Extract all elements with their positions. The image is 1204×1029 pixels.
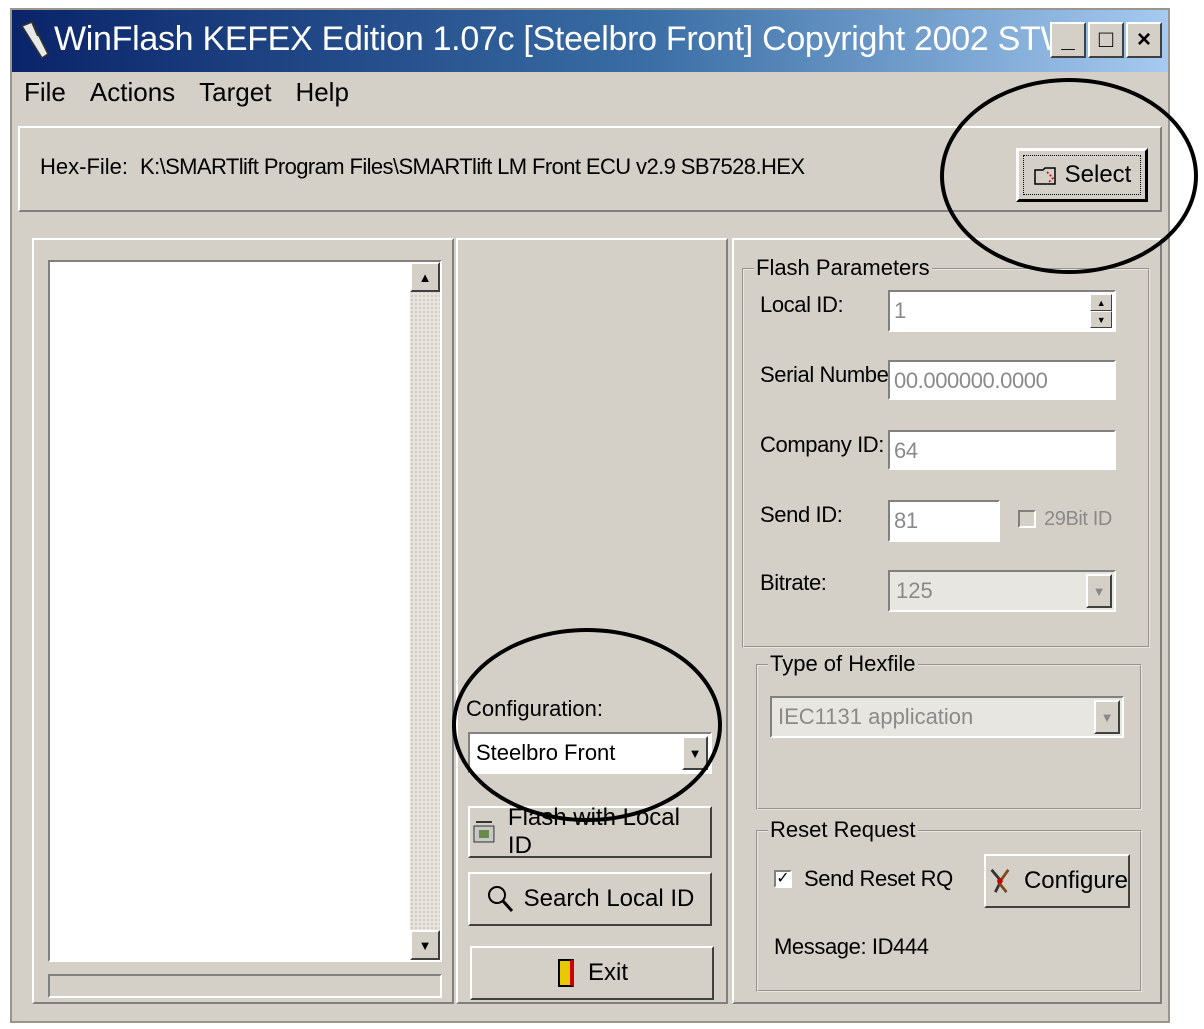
29bit-id-checkbox[interactable]	[1018, 510, 1036, 528]
send-id-label: Send ID:	[760, 502, 843, 527]
minimize-button[interactable]: _	[1050, 22, 1086, 58]
send-reset-checkbox[interactable]: ✓	[774, 870, 792, 888]
status-strip	[48, 974, 442, 998]
search-local-id-button[interactable]: Search Local ID	[468, 872, 712, 926]
app-window: WinFlash KEFEX Edition 1.07c [Steelbro F…	[10, 8, 1170, 1023]
company-id-label: Company ID:	[760, 432, 884, 457]
hexfile-bar: Hex-File: K:\SMARTlift Program Files\SMA…	[18, 126, 1162, 212]
bitrate-select[interactable]: 125 ▼	[888, 570, 1116, 612]
exit-label: Exit	[587, 959, 628, 986]
configuration-label: Configuration:	[466, 696, 603, 721]
reset-request-title: Reset Request	[768, 817, 918, 843]
local-id-input[interactable]: 1 ▲ ▼	[888, 290, 1116, 332]
chevron-down-icon[interactable]: ▼	[1094, 700, 1120, 734]
local-id-value: 1	[894, 298, 906, 323]
action-panel: Configuration: Steelbro Front ▼ Flash wi…	[456, 238, 728, 1004]
reset-message: Message: ID444	[774, 934, 929, 959]
hexfile-type-title: Type of Hexfile	[768, 651, 918, 677]
local-id-label: Local ID:	[760, 292, 844, 317]
configuration-select[interactable]: Steelbro Front ▼	[468, 732, 712, 774]
title-bar[interactable]: WinFlash KEFEX Edition 1.07c [Steelbro F…	[12, 10, 1168, 72]
hexfile-type-select[interactable]: IEC1131 application ▼	[770, 696, 1124, 738]
reset-request-group: Reset Request ✓ Send Reset RQ Configure …	[756, 817, 1142, 992]
configure-button[interactable]: Configure	[984, 854, 1130, 908]
flash-chip-icon	[473, 821, 495, 843]
scroll-up-icon[interactable]: ▲	[410, 262, 440, 292]
send-reset-label: Send Reset RQ	[804, 866, 953, 891]
serial-number-input[interactable]: 00.000000.0000	[888, 360, 1116, 400]
send-id-input[interactable]: 81	[888, 500, 1000, 542]
flash-label: Flash with Local ID	[507, 804, 680, 859]
scroll-down-icon[interactable]: ▼	[410, 930, 440, 960]
maximize-button[interactable]: □	[1088, 22, 1124, 58]
log-list[interactable]: ▲ ▼	[48, 260, 442, 962]
serial-number-label: Serial Number:	[760, 362, 902, 387]
spin-up-icon[interactable]: ▲	[1090, 294, 1112, 311]
menu-actions[interactable]: Actions	[78, 77, 187, 108]
app-icon	[20, 21, 49, 60]
configure-label: Configure	[1023, 867, 1128, 894]
spin-down-icon[interactable]: ▼	[1090, 311, 1112, 328]
menu-help[interactable]: Help	[283, 77, 360, 108]
menu-file[interactable]: File	[12, 77, 78, 108]
parameters-panel: Flash Parameters Local ID: 1 ▲ ▼ Serial …	[732, 238, 1162, 1004]
hexfile-label: Hex-File:	[40, 154, 129, 179]
select-button[interactable]: Select	[1016, 148, 1148, 202]
chevron-down-icon[interactable]: ▼	[1086, 574, 1112, 608]
menu-target[interactable]: Target	[187, 77, 283, 108]
bitrate-value: 125	[896, 578, 933, 603]
select-label: Select	[1064, 161, 1132, 188]
bitrate-label: Bitrate:	[760, 570, 827, 595]
search-label: Search Local ID	[523, 885, 695, 912]
folder-open-icon	[1033, 167, 1056, 185]
hexfile-type-group: Type of Hexfile IEC1131 application ▼	[756, 651, 1142, 810]
window-title: WinFlash KEFEX Edition 1.07c [Steelbro F…	[54, 20, 1073, 58]
hexfile-type-value: IEC1131 application	[778, 704, 974, 729]
flash-button[interactable]: Flash with Local ID	[468, 804, 712, 859]
menu-bar: File Actions Target Help	[12, 72, 1168, 112]
company-id-input[interactable]: 64	[888, 430, 1116, 470]
exit-button[interactable]: Exit	[470, 946, 714, 1000]
flash-parameters-title: Flash Parameters	[754, 255, 932, 281]
log-panel: ▲ ▼	[32, 238, 454, 1004]
hexfile-path: K:\SMARTlift Program Files\SMARTlift LM …	[140, 154, 805, 179]
log-scrollbar[interactable]: ▲ ▼	[410, 262, 440, 960]
configuration-value: Steelbro Front	[476, 740, 616, 765]
close-button[interactable]: ×	[1126, 22, 1162, 58]
29bit-id-label: 29Bit ID	[1044, 508, 1112, 530]
local-id-spinner[interactable]: ▲ ▼	[1090, 294, 1112, 328]
search-icon	[487, 886, 513, 913]
exit-door-icon	[557, 959, 574, 987]
configure-tools-icon	[990, 868, 1010, 894]
flash-parameters-group: Flash Parameters Local ID: 1 ▲ ▼ Serial …	[742, 255, 1150, 648]
chevron-down-icon[interactable]: ▼	[682, 736, 708, 770]
